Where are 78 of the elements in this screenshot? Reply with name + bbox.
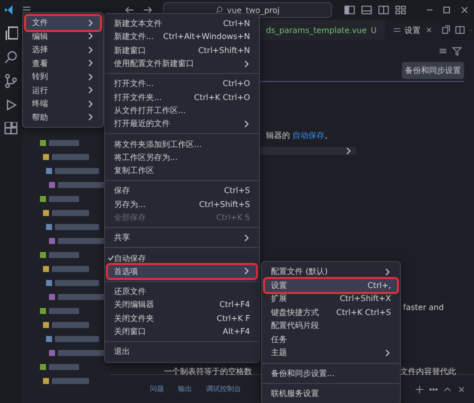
menu-item[interactable]: 使用配置文件新建窗口 [108,56,256,70]
back-arrow-icon[interactable] [124,4,136,16]
menu-item[interactable]: 查看 [26,56,100,70]
close-icon[interactable] [424,26,433,34]
close-icon[interactable] [457,384,466,394]
menu-item[interactable]: 任务 [265,332,397,346]
editor-tab[interactable]: 设置 [384,20,441,40]
auto-save-link[interactable]: 自动保存 [292,131,325,140]
menu-item[interactable]: 选择 [26,43,100,56]
chevron-right-icon [385,268,391,276]
plus-icon[interactable] [415,384,424,394]
run-debug-icon[interactable] [4,98,18,112]
menu-item[interactable]: 关闭编辑器 Ctrl+F4 [108,298,256,312]
chevron-right-icon [244,234,250,242]
menu-item[interactable]: 自动保存 [108,251,256,265]
setting-description: faster and [403,303,444,312]
menu-item[interactable]: 运行 [26,84,100,97]
chevron-right-icon [385,348,391,357]
chevron-right-icon [244,267,250,276]
menu-item[interactable]: 打开文件... Ctrl+O [108,77,256,90]
menu-item[interactable]: 配置文件 (默认) [265,265,397,278]
menu-item[interactable]: 共享 [108,231,256,244]
chevron-up-icon[interactable] [443,384,452,394]
maximize-icon[interactable] [441,4,453,16]
split-layout-icon[interactable] [378,4,390,16]
setting-description: 一个制表符等于的空格数 [164,366,252,377]
setting-description: 辑器的 自动保存。 [265,130,334,141]
menu-item[interactable]: 扩展 Ctrl+Shift+X [265,292,397,306]
dropdown-field[interactable] [258,147,356,155]
search-icon[interactable] [4,50,18,64]
search-icon [215,6,223,14]
menu-item[interactable]: 文件 [26,16,100,30]
list-icon[interactable] [438,46,448,56]
layout-icon[interactable] [395,4,407,16]
menu-item[interactable]: 转到 [26,70,100,84]
menu-item[interactable]: 打开文件夹... Ctrl+K Ctrl+O [108,90,256,104]
settings-icon [392,26,401,34]
menu-item[interactable]: 另存为... Ctrl+Shift+S [108,198,256,211]
menu-item[interactable]: 关闭窗口 Alt+F4 [108,324,256,338]
menu-item[interactable]: 键盘快捷方式 Ctrl+K Ctrl+S [265,306,397,319]
menu-item[interactable]: 关闭文件夹 Ctrl+K F [108,312,256,325]
menu-item[interactable]: 主题 [265,346,397,360]
open-file-icon[interactable] [440,25,451,35]
filter-icon[interactable] [452,46,462,56]
chevron-right-icon [244,120,250,128]
split-editor-icon[interactable] [454,25,465,35]
check-icon [108,255,114,262]
menu-item[interactable]: 从文件打开工作区... [108,104,256,118]
menu-item[interactable]: 退出 [108,345,256,359]
menu-item[interactable]: 复制工作区 [108,164,256,178]
panel-toggle-icon[interactable] [360,4,372,16]
menu-item[interactable]: 新建文本文件 Ctrl+N [108,17,256,30]
chevron-right-icon [244,60,250,68]
menu-item[interactable]: 联机服务设置 [265,387,397,400]
menu-item[interactable]: 将文件夹添加到工作区... [108,137,256,151]
editor-tab[interactable]: ds_params_template.vue U [258,20,385,40]
menu-item[interactable]: 配置代码片段 [265,319,397,332]
source-control-icon[interactable] [4,74,18,88]
menu-item[interactable]: 还原文件 [108,285,256,298]
app-logo-icon [4,4,16,16]
sidebar-toggle-icon[interactable] [344,4,355,16]
menu-item[interactable]: 终端 [26,97,100,110]
menu-item[interactable]: 保存 Ctrl+S [108,184,256,198]
menu-item[interactable]: 打开最近的文件 [108,117,256,130]
menu-item[interactable]: 设置 Ctrl+, [265,278,397,292]
menu-item[interactable]: 新建文件... Ctrl+Alt+Windows+N [108,30,256,44]
files-icon[interactable] [4,26,18,40]
close-icon[interactable] [458,4,470,16]
menu-item[interactable]: 新建窗口 Ctrl+Shift+N [108,44,256,57]
menu-item[interactable]: 帮助 [26,110,100,124]
forward-arrow-icon[interactable] [142,4,153,16]
setting-description: 文件内容替代此 [400,366,456,377]
extensions-icon[interactable] [4,122,18,136]
menu-item[interactable]: 备份和同步设置... [265,366,397,380]
backup-sync-button[interactable]: 备份和同步设置 [402,62,464,79]
menu-item[interactable]: 首选项 [108,264,256,278]
menu-item[interactable]: 将工作区另存为... [108,150,256,164]
menu-item[interactable]: 编辑 [26,30,100,43]
